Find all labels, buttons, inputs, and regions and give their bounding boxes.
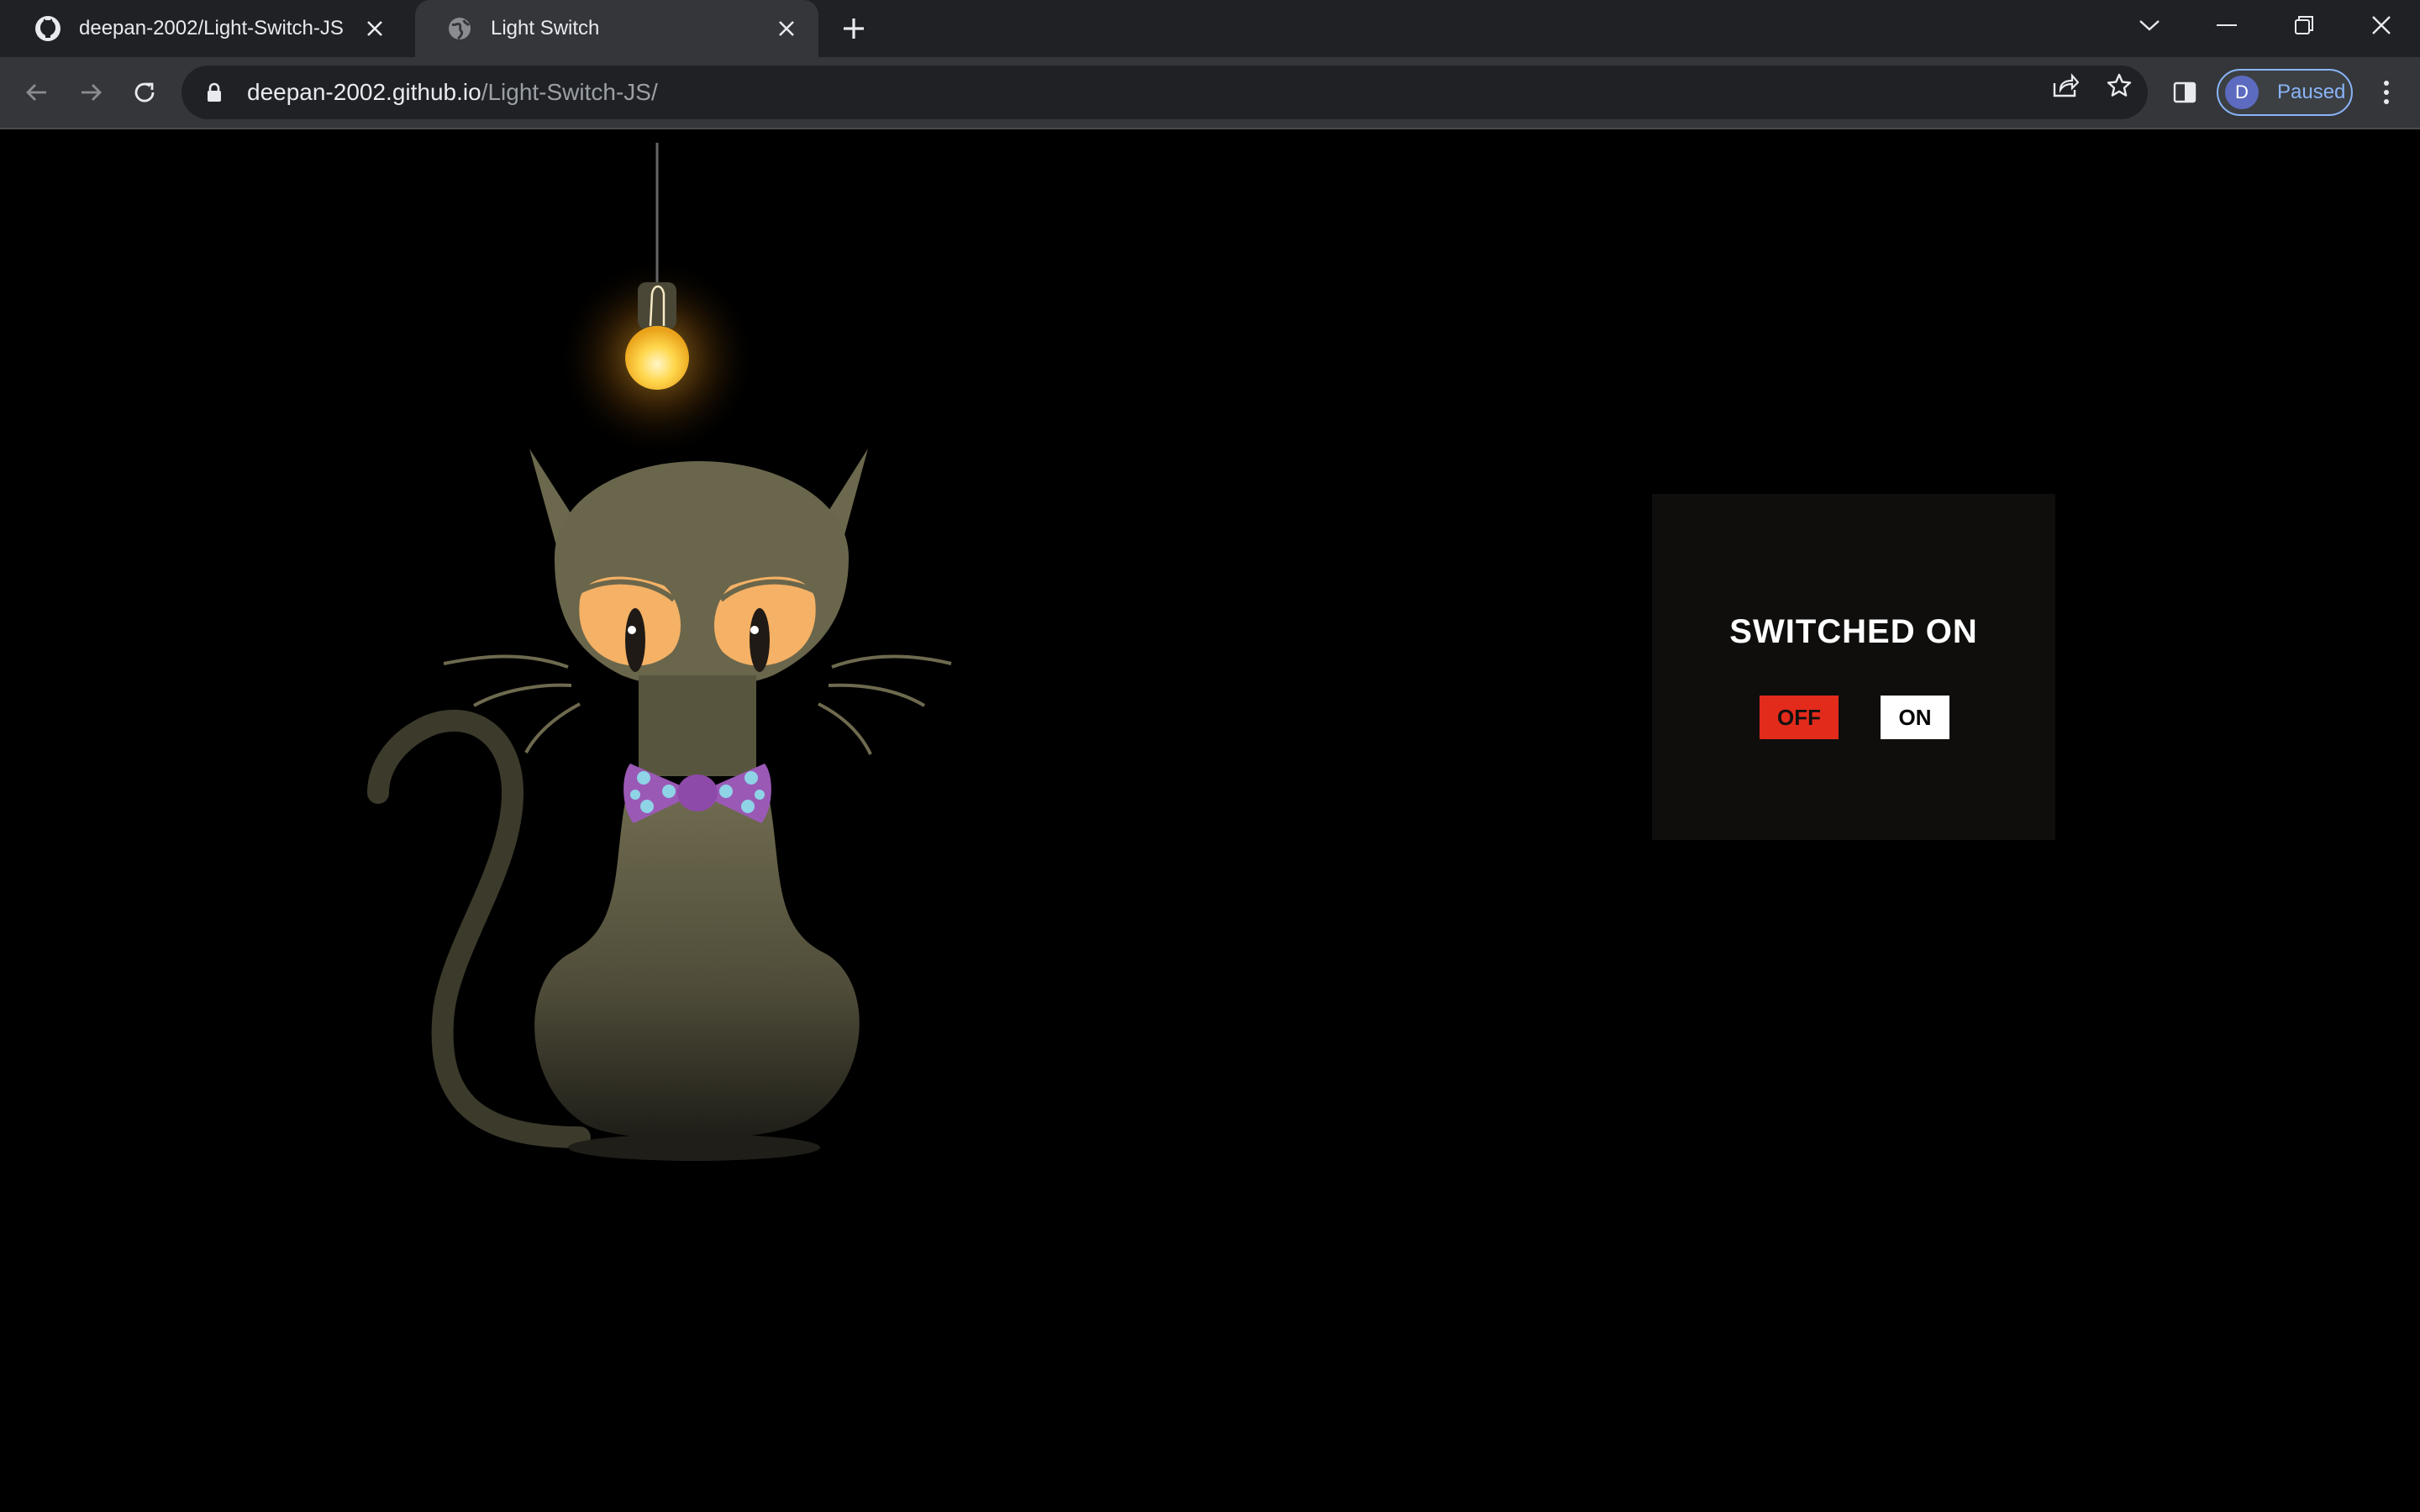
url-path: /Light-Switch-JS/ [481,79,658,105]
close-icon [2372,16,2391,34]
avatar: D [2225,76,2259,109]
tab-title: Light Switch [491,17,600,39]
url-host: deepan-2002.github.io [247,79,481,105]
lock-icon[interactable] [202,80,227,105]
page-viewport: SWITCHED ON OFF ON [0,129,2420,1512]
arrow-right-icon [82,84,102,101]
side-panel-button[interactable] [2165,72,2205,113]
restore-button[interactable] [2270,0,2338,50]
tab-light-switch[interactable]: Light Switch [415,0,818,57]
reload-button[interactable] [124,72,165,113]
close-tab-icon[interactable] [770,12,803,45]
share-button[interactable] [2047,67,2084,104]
profile-button[interactable]: D Paused [2217,69,2353,116]
back-button[interactable] [17,72,57,113]
switch-status: SWITCHED ON [1729,613,1978,650]
restore-icon [2295,16,2313,34]
profile-status: Paused [2277,81,2346,103]
forward-button[interactable] [71,72,111,113]
arrow-left-icon [26,84,46,101]
chevron-down-icon [2139,20,2160,31]
side-panel-icon [2173,81,2196,103]
menu-button[interactable] [2366,72,2407,113]
reload-icon [134,82,155,102]
star-icon [2107,73,2132,97]
close-window-button[interactable] [2348,0,2415,50]
tab-strip: deepan-2002/Light-Switch-JS Light Switch [0,0,2420,57]
bookmark-button[interactable] [2101,67,2138,104]
switch-panel: SWITCHED ON OFF ON [1652,494,2055,840]
on-button[interactable]: ON [1881,696,1949,739]
share-icon [2053,73,2079,97]
tab-github[interactable]: deepan-2002/Light-Switch-JS [3,0,407,57]
globe-icon [445,14,474,43]
plus-icon [844,18,864,39]
address-bar[interactable]: deepan-2002.github.io/Light-Switch-JS/ [182,66,2148,119]
new-tab-button[interactable] [835,10,872,47]
off-button[interactable]: OFF [1760,696,1839,739]
cat-illustration [367,449,952,1161]
minimize-icon [2217,24,2237,26]
cat-scene [367,143,952,1161]
close-tab-icon[interactable] [358,12,392,45]
url-text: deepan-2002.github.io/Light-Switch-JS/ [247,79,658,106]
minimize-button[interactable] [2193,0,2260,50]
github-icon [34,14,62,43]
tab-title: deepan-2002/Light-Switch-JS [79,17,344,39]
browser-toolbar: deepan-2002.github.io/Light-Switch-JS/ D… [0,57,2420,129]
more-vert-icon [2384,81,2389,104]
tab-search-button[interactable] [2116,0,2183,50]
light-bulb [556,143,758,459]
